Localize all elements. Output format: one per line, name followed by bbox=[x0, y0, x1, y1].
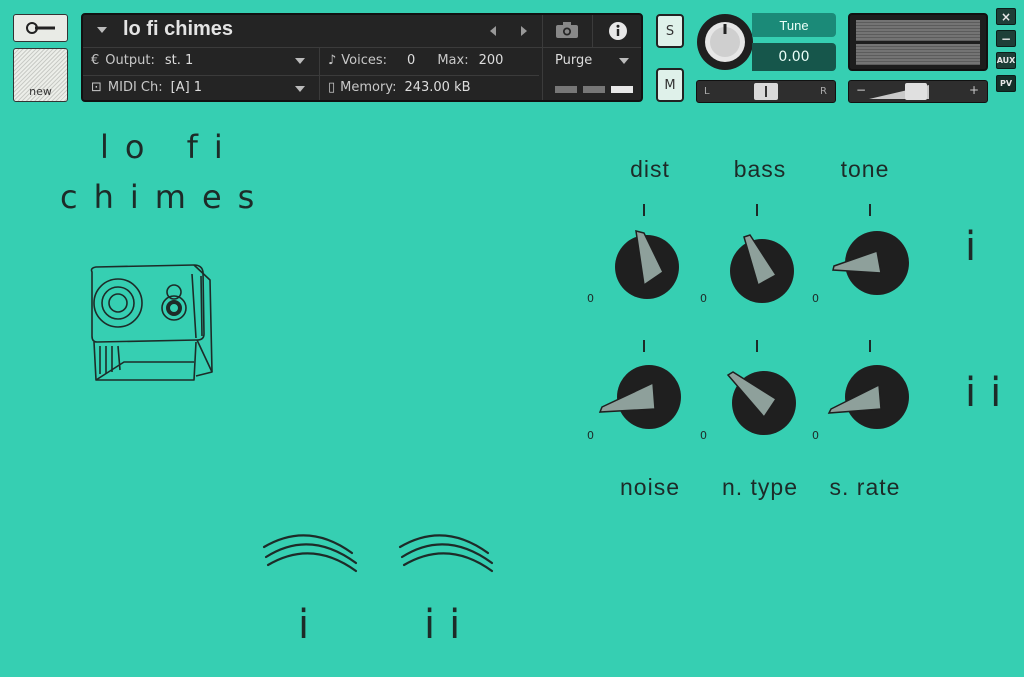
voices-value: 0 bbox=[407, 53, 416, 68]
wrench-button[interactable] bbox=[13, 14, 68, 42]
row-1-numeral: i bbox=[965, 224, 991, 270]
midi-label: MIDI Ch: bbox=[107, 80, 163, 95]
minimize-icon: − bbox=[1000, 31, 1012, 46]
max-label: Max: bbox=[437, 53, 469, 68]
volume-minus-label: − bbox=[856, 83, 867, 97]
tune-knob[interactable] bbox=[696, 13, 754, 71]
pv-button[interactable]: PV bbox=[996, 75, 1016, 92]
next-instrument-icon[interactable] bbox=[521, 26, 527, 36]
tune-label: Tune bbox=[779, 17, 809, 33]
prev-instrument-icon[interactable] bbox=[490, 26, 496, 36]
output-value[interactable]: st. 1 bbox=[165, 53, 193, 68]
pan-right-label: R bbox=[820, 86, 827, 97]
info-button[interactable] bbox=[608, 21, 628, 41]
speaker-sketch-icon bbox=[90, 264, 213, 381]
instrument-header-panel: lo fi chimes € Output: st. 1 ♪ Voices: 0… bbox=[81, 13, 643, 102]
knob-label-s-rate: s. rate bbox=[829, 474, 901, 500]
new-instrument-button[interactable]: new bbox=[13, 48, 68, 102]
minimize-button[interactable]: − bbox=[996, 30, 1016, 47]
volume-handle[interactable] bbox=[905, 83, 927, 100]
level-meter-left bbox=[856, 20, 980, 41]
close-icon: × bbox=[1000, 9, 1012, 24]
solo-button[interactable]: S bbox=[656, 14, 684, 48]
knob-min-label: 0 bbox=[700, 429, 707, 442]
memory-icon: ▯ bbox=[328, 80, 336, 95]
instrument-name[interactable]: lo fi chimes bbox=[123, 18, 233, 41]
wrench-icon bbox=[25, 22, 55, 34]
knob-top-tick bbox=[643, 340, 645, 352]
s-rate-knob[interactable] bbox=[827, 360, 914, 434]
knob-min-label: 0 bbox=[700, 292, 707, 305]
n-type-knob[interactable] bbox=[726, 366, 801, 440]
chime-1-wave-icon[interactable] bbox=[262, 525, 358, 575]
midi-dropdown-icon[interactable] bbox=[295, 86, 305, 92]
instrument-title-line-2: chimes bbox=[60, 178, 271, 216]
knob-label-tone: tone bbox=[840, 156, 890, 182]
row-2-numeral: ii bbox=[965, 370, 1016, 416]
memory-value: 243.00 kB bbox=[404, 80, 471, 95]
info-icon bbox=[609, 22, 627, 40]
instrument-menu-chevron-icon[interactable] bbox=[97, 27, 107, 33]
close-button[interactable]: × bbox=[996, 8, 1016, 25]
tone-knob[interactable] bbox=[832, 226, 914, 300]
solo-label: S bbox=[665, 23, 675, 39]
knob-top-tick bbox=[756, 204, 758, 216]
knob-label-bass: bass bbox=[733, 156, 787, 182]
midi-icon: ⊡ bbox=[91, 80, 102, 95]
pan-handle[interactable] bbox=[754, 83, 778, 100]
instrument-title-line-1: lo fi bbox=[100, 128, 239, 166]
level-meter bbox=[848, 13, 988, 71]
knob-min-label: 0 bbox=[812, 292, 819, 305]
output-label: Output: bbox=[105, 53, 155, 68]
knob-min-label: 0 bbox=[587, 292, 594, 305]
knob-min-label: 0 bbox=[587, 429, 594, 442]
aux-button[interactable]: AUX bbox=[996, 52, 1016, 69]
output-icon: € bbox=[91, 53, 100, 68]
purge-label[interactable]: Purge bbox=[555, 53, 592, 68]
output-level-leds bbox=[555, 86, 633, 93]
chime-1-label: i bbox=[298, 602, 324, 648]
knob-label-noise: noise bbox=[620, 474, 680, 500]
pv-label: PV bbox=[999, 79, 1013, 88]
mute-button[interactable]: M bbox=[656, 68, 684, 102]
dist-knob[interactable] bbox=[610, 230, 684, 304]
camera-icon bbox=[556, 22, 578, 38]
knob-label-dist: dist bbox=[630, 156, 670, 182]
purge-dropdown-icon[interactable] bbox=[619, 58, 629, 64]
tune-value: 0.00 bbox=[778, 49, 810, 65]
mute-label: M bbox=[664, 77, 676, 93]
tune-value-field[interactable]: 0.00 bbox=[752, 43, 836, 71]
volume-plus-label: + bbox=[968, 83, 979, 97]
chime-2-wave-icon[interactable] bbox=[398, 525, 494, 575]
knob-top-tick bbox=[869, 204, 871, 216]
chime-2-label: ii bbox=[424, 602, 475, 648]
memory-label: Memory: bbox=[340, 80, 397, 95]
level-meter-right bbox=[856, 44, 980, 65]
knob-top-tick bbox=[756, 340, 758, 352]
kontakt-header: new lo fi chimes € Output: st. 1 ♪ Voice… bbox=[0, 0, 1024, 110]
pan-left-label: L bbox=[704, 86, 710, 97]
knob-top-tick bbox=[643, 204, 645, 216]
output-dropdown-icon[interactable] bbox=[295, 58, 305, 64]
knob-top-tick bbox=[869, 340, 871, 352]
camera-button[interactable] bbox=[555, 21, 579, 39]
pan-slider[interactable]: L R bbox=[696, 80, 836, 103]
aux-label: AUX bbox=[996, 56, 1016, 65]
knob-min-label: 0 bbox=[812, 429, 819, 442]
noise-knob[interactable] bbox=[598, 360, 686, 434]
volume-slider[interactable]: − + bbox=[848, 80, 988, 103]
tune-label-box: Tune bbox=[752, 13, 836, 37]
midi-channel-value[interactable]: [A] 1 bbox=[171, 80, 202, 95]
voices-label: Voices: bbox=[341, 53, 388, 68]
new-label: new bbox=[29, 85, 52, 98]
max-voices-value[interactable]: 200 bbox=[479, 53, 504, 68]
knob-label-n-type: n. type bbox=[721, 474, 799, 500]
voices-icon: ♪ bbox=[328, 53, 337, 68]
bass-knob[interactable] bbox=[725, 234, 799, 308]
